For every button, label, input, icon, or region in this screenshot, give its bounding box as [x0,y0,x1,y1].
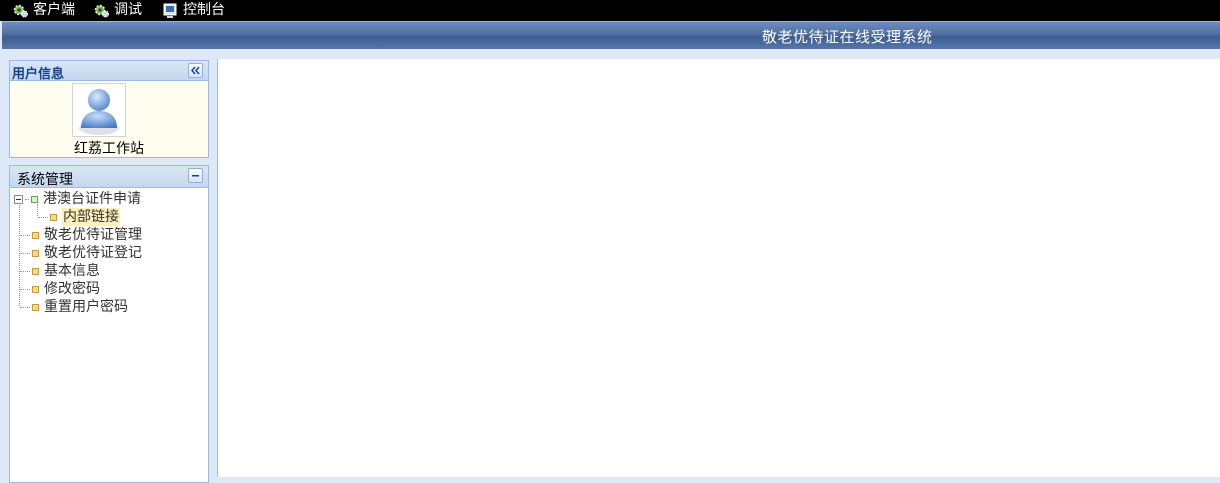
tree-connector [20,234,30,236]
tree-connector [20,288,30,290]
main-content-area[interactable] [217,59,1220,477]
toolbar-label: 控制台 [183,2,225,18]
tree-item-label: 内部链接 [62,208,120,226]
sidebar: 用户信息 红荔工作站 系统管理 港澳台证件申请 内部链接 敬老优待证管理 敬老优… [9,60,209,483]
avatar [72,83,126,137]
tree-item-card-registration[interactable]: 敬老优待证登记 [20,244,142,262]
leaf-icon [32,285,39,293]
tree-folder-label: 港澳台证件申请 [43,191,141,207]
tree-connector [20,306,30,308]
leaf-icon [32,267,39,275]
user-info-title: 用户信息 [12,67,65,82]
leaf-icon [32,249,39,257]
tree-item-label: 敬老优待证管理 [44,227,142,243]
console-icon [162,3,180,19]
user-name: 红荔工作站 [74,141,144,157]
user-icon [79,89,119,135]
leaf-icon [50,213,57,221]
tree-connector [38,216,48,218]
gear-icon [93,3,111,19]
collapse-toggle-icon[interactable] [14,194,23,204]
system-management-panel: 系统管理 港澳台证件申请 内部链接 敬老优待证管理 敬老优待证登记 基本信息 修… [9,165,209,483]
minus-icon[interactable] [188,168,203,183]
tree-item-reset-user-password[interactable]: 重置用户密码 [20,298,128,316]
header-banner: 敬老优待证在线受理系统 [2,21,1220,49]
leaf-icon [32,303,39,311]
toolbar-label: 调试 [114,2,142,18]
toolbar-item-console[interactable]: 控制台 [142,0,225,21]
tree-item-label: 重置用户密码 [44,299,128,315]
user-info-body: 红荔工作站 [10,81,208,157]
tree-connector [25,198,29,200]
tree-item-change-password[interactable]: 修改密码 [20,280,100,298]
tree-connector [20,252,30,254]
toolbar-item-client[interactable]: 客户端 [0,0,75,21]
user-info-panel: 用户信息 红荔工作站 [9,60,209,158]
gear-icon [12,3,30,19]
tree-item-internal-link[interactable]: 内部链接 [38,208,120,226]
folder-icon [31,195,38,203]
leaf-icon [32,231,39,239]
tree-item-basic-info[interactable]: 基本信息 [20,262,100,280]
user-info-header: 用户信息 [10,61,208,82]
toolbar-label: 客户端 [33,2,75,18]
tree-folder-hmt-application[interactable]: 港澳台证件申请 [14,190,141,208]
tree-item-label: 敬老优待证登记 [44,245,142,261]
toolbar-item-debug[interactable]: 调试 [75,0,142,21]
double-chevron-left-icon[interactable] [188,63,203,78]
system-management-title: 系统管理 [17,172,73,188]
tree-item-card-management[interactable]: 敬老优待证管理 [20,226,142,244]
navigation-tree: 港澳台证件申请 内部链接 敬老优待证管理 敬老优待证登记 基本信息 修改密码 重… [10,188,208,482]
system-title: 敬老优待证在线受理系统 [762,28,933,46]
tree-item-label: 修改密码 [44,281,100,297]
tree-connector [20,270,30,272]
system-management-header: 系统管理 [10,166,208,188]
top-toolbar: 客户端 调试 控制台 [0,0,1220,21]
tree-item-label: 基本信息 [44,263,100,279]
